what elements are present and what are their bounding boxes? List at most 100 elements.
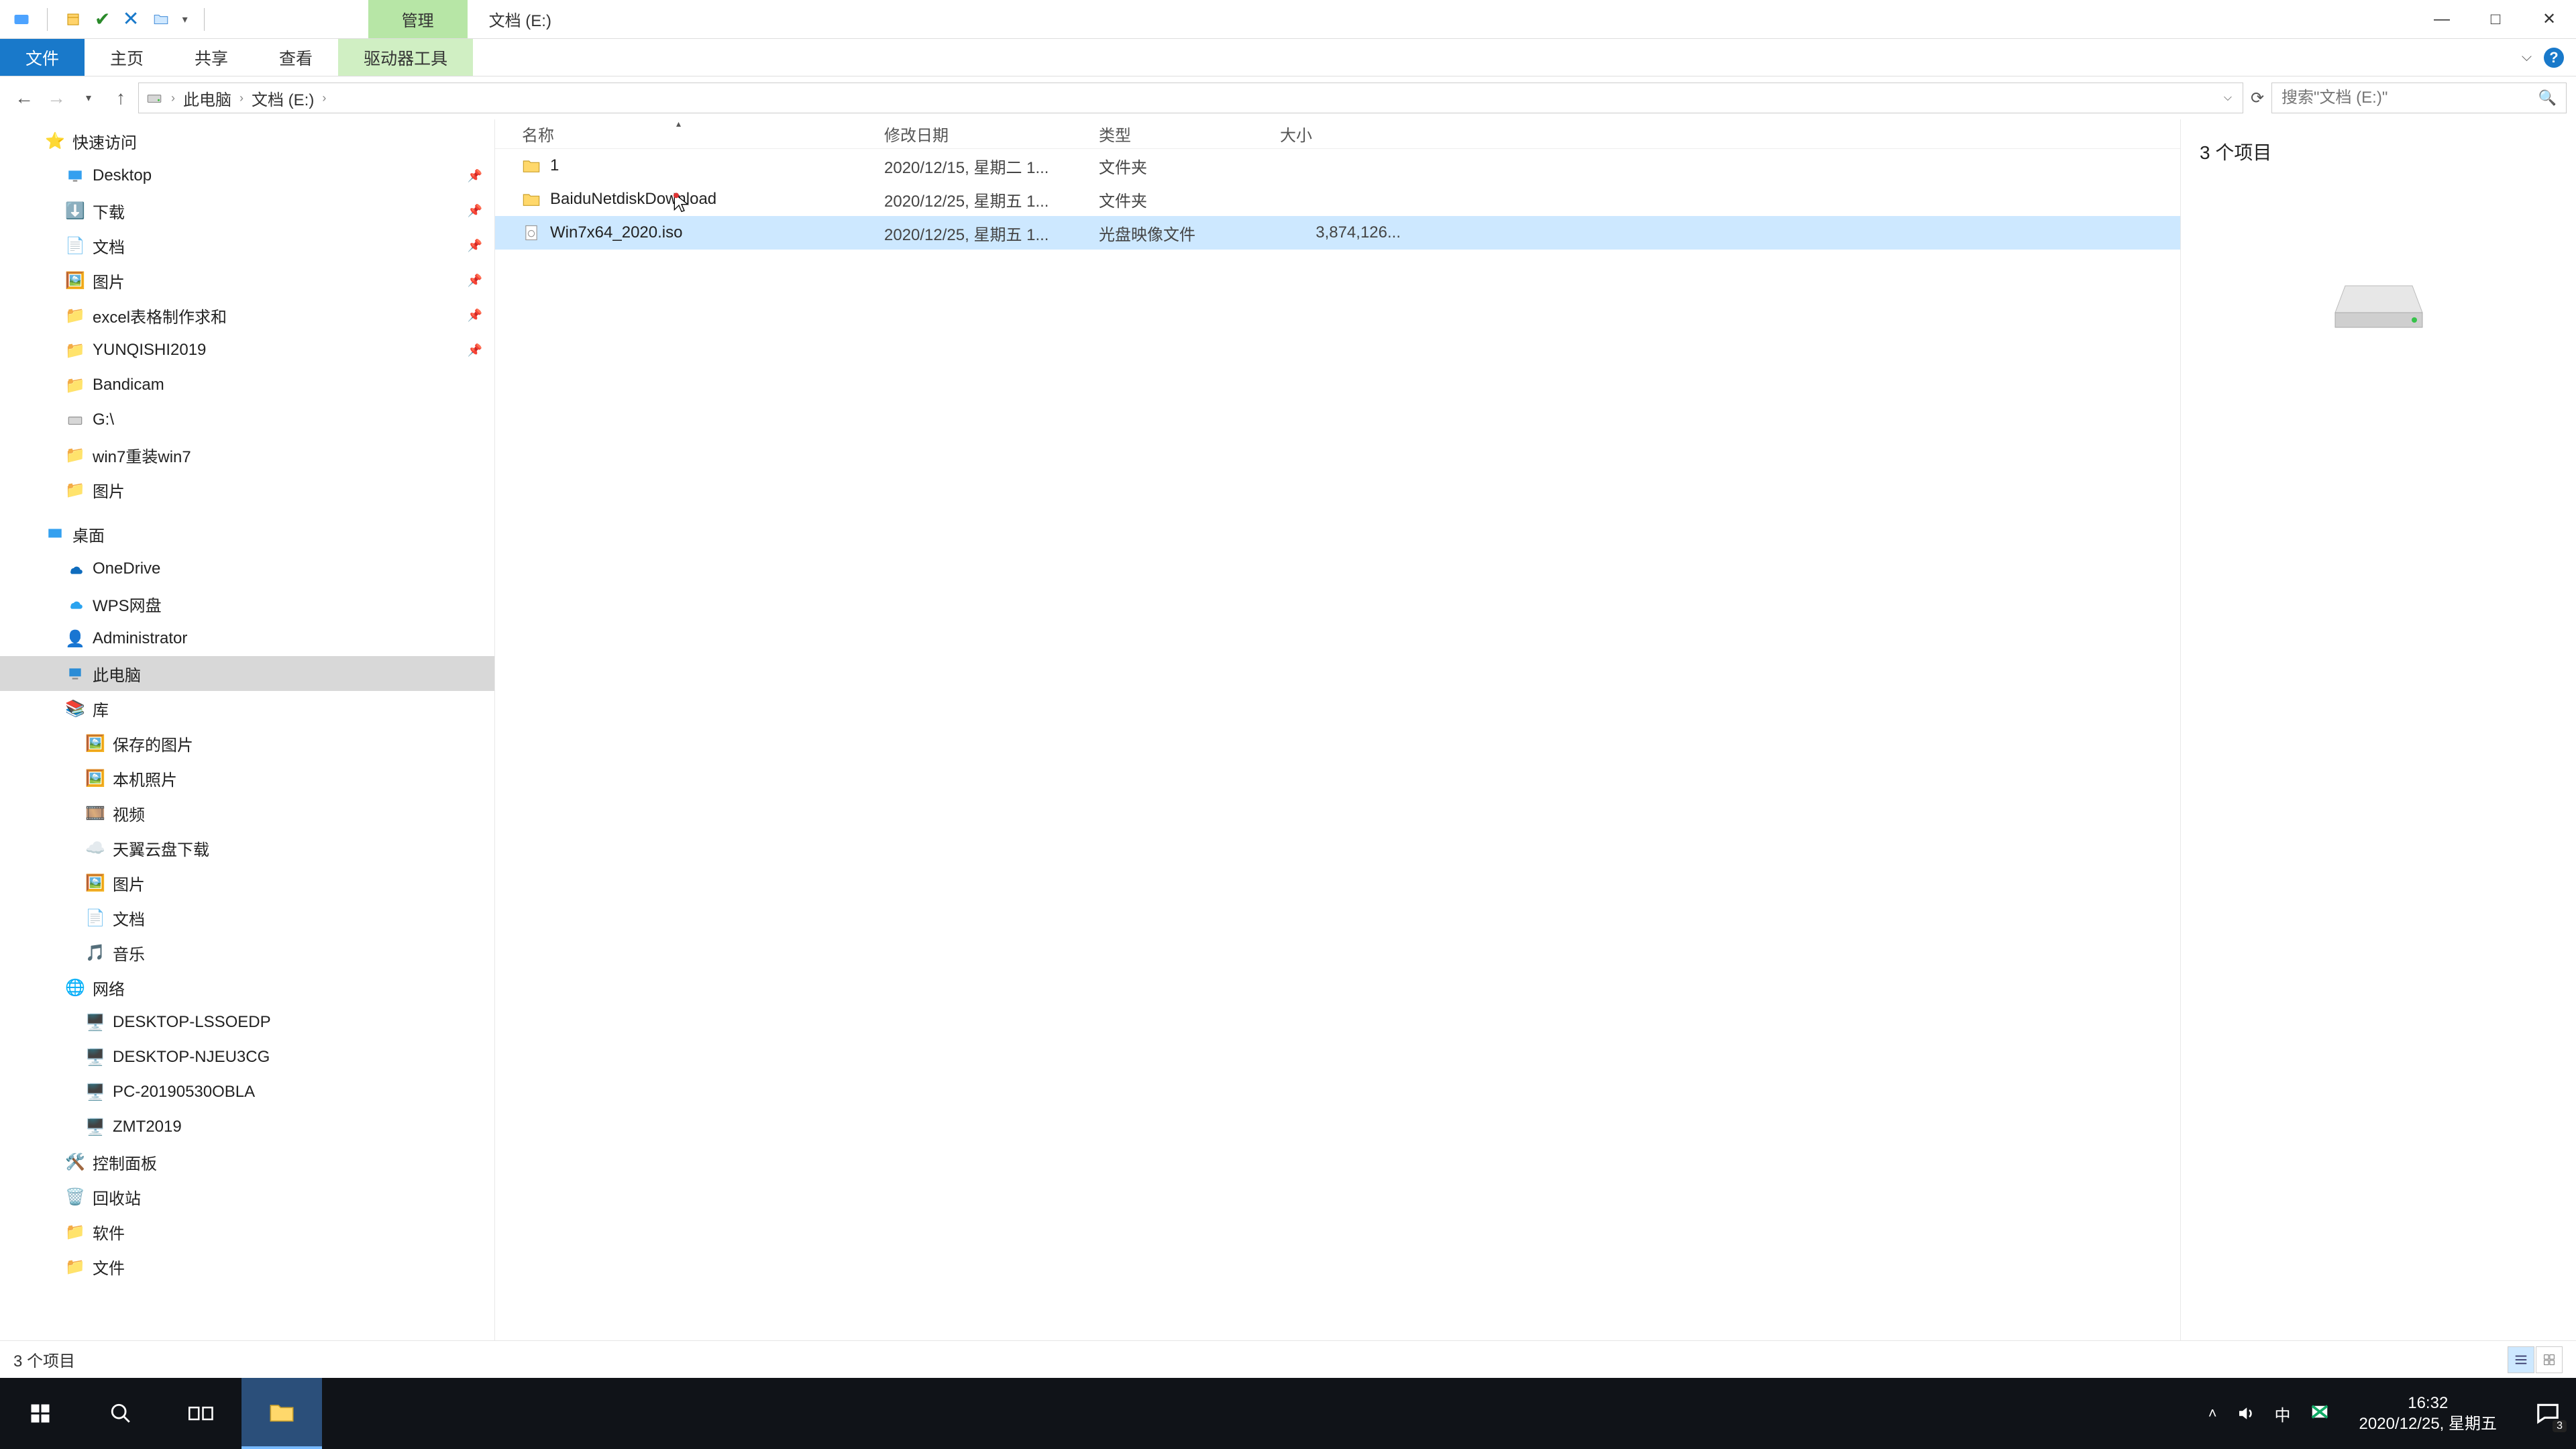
tray-show-hidden-icon[interactable]: ˄ [2208, 1405, 2217, 1422]
desktop-icon [44, 523, 66, 545]
tree-lib-music[interactable]: 🎵音乐 [0, 935, 494, 970]
tree-camera-roll[interactable]: 🖼️本机照片 [0, 761, 494, 796]
close-button[interactable]: ✕ [2522, 0, 2576, 39]
chevron-right-icon[interactable]: › [239, 91, 244, 105]
nav-back-button[interactable]: ← [9, 83, 39, 113]
app-icon[interactable] [12, 10, 31, 29]
navigation-pane[interactable]: ⭐快速访问 Desktop📌 ⬇️下载📌 📄文档📌 🖼️图片📌 📁excel表格… [0, 119, 495, 1378]
contextual-tab-manage[interactable]: 管理 [368, 0, 468, 38]
tab-drive-tools[interactable]: 驱动器工具 [338, 39, 473, 76]
chevron-right-icon[interactable]: › [171, 91, 175, 105]
tree-network[interactable]: 🌐网络 [0, 970, 494, 1005]
tree-wpspan[interactable]: WPS网盘 [0, 586, 494, 621]
tree-videos[interactable]: 🎞️视频 [0, 796, 494, 830]
drive-icon [64, 409, 86, 431]
tree-control-panel[interactable]: 🛠️控制面板 [0, 1144, 494, 1179]
window-title: 文档 (E:) [468, 7, 573, 31]
view-details-button[interactable] [2508, 1346, 2534, 1373]
maximize-button[interactable]: □ [2469, 0, 2522, 39]
qat-check-icon[interactable]: ✔ [95, 8, 110, 30]
recycle-bin-icon: 🗑️ [64, 1186, 86, 1208]
tree-net3[interactable]: 🖥️PC-20190530OBLA [0, 1075, 494, 1110]
column-header-name[interactable]: 名称▴ [495, 122, 884, 146]
tray-volume-icon[interactable] [2236, 1403, 2256, 1424]
qat-newfolder-icon[interactable] [152, 10, 170, 29]
tree-net4[interactable]: 🖥️ZMT2019 [0, 1110, 494, 1144]
file-row[interactable]: 12020/12/15, 星期二 1...文件夹 [495, 149, 2180, 182]
tab-view[interactable]: 查看 [254, 39, 338, 76]
column-header-date[interactable]: 修改日期 [884, 122, 1099, 146]
folder-icon: 📁 [64, 1256, 86, 1277]
qat-close-icon[interactable]: ✕ [122, 7, 139, 31]
tree-net1[interactable]: 🖥️DESKTOP-LSSOEDP [0, 1005, 494, 1040]
refresh-button[interactable]: ⟳ [2246, 87, 2269, 109]
tree-software[interactable]: 📁软件 [0, 1214, 494, 1249]
task-view-button[interactable] [161, 1378, 241, 1449]
search-input[interactable] [2282, 89, 2538, 107]
qat-properties-icon[interactable] [64, 10, 83, 29]
file-row[interactable]: Win7x64_2020.iso2020/12/25, 星期五 1...光盘映像… [495, 216, 2180, 250]
tree-administrator[interactable]: 👤Administrator [0, 621, 494, 656]
action-center-button[interactable]: 3 [2526, 1392, 2569, 1435]
tree-pictures2[interactable]: 📁图片 [0, 472, 494, 507]
tree-files[interactable]: 📁文件 [0, 1249, 494, 1284]
tree-saved-pics[interactable]: 🖼️保存的图片 [0, 726, 494, 761]
breadcrumb-this-pc[interactable]: 此电脑 [183, 87, 231, 110]
start-button[interactable] [0, 1378, 80, 1449]
nav-forward-button[interactable]: → [42, 83, 71, 113]
pictures-icon: 🖼️ [64, 270, 86, 291]
pictures-icon: 🖼️ [85, 872, 106, 894]
taskbar-file-explorer[interactable] [241, 1378, 322, 1449]
chevron-right-icon[interactable]: › [322, 91, 326, 105]
column-header-type[interactable]: 类型 [1099, 122, 1280, 146]
tray-security-icon[interactable] [2310, 1403, 2330, 1424]
nav-up-button[interactable]: ↑ [106, 83, 136, 113]
tree-win7reinstall[interactable]: 📁win7重装win7 [0, 437, 494, 472]
breadcrumb-drive[interactable]: 文档 (E:) [252, 87, 314, 110]
file-row[interactable]: BaiduNetdiskDownload2020/12/25, 星期五 1...… [495, 182, 2180, 216]
file-list-pane: 名称▴ 修改日期 类型 大小 12020/12/15, 星期二 1...文件夹B… [495, 119, 2180, 1378]
pictures-icon: 🖼️ [85, 733, 106, 754]
tree-yunqishi[interactable]: 📁YUNQISHI2019📌 [0, 333, 494, 368]
tree-gdrive[interactable]: G:\ [0, 402, 494, 437]
folder-icon: 📁 [64, 479, 86, 500]
minimize-button[interactable]: — [2415, 0, 2469, 39]
address-dropdown-icon[interactable]: ⌵ [2224, 92, 2232, 104]
nav-recent-dropdown[interactable]: ▾ [74, 83, 103, 113]
file-explorer-window: ✔ ✕ ▾ 管理 文档 (E:) — □ ✕ 文件 主页 共享 查看 驱动器工具… [0, 0, 2576, 1378]
tray-clock[interactable]: 16:32 2020/12/25, 星期五 [2349, 1393, 2508, 1434]
tree-desktop-root[interactable]: 桌面 [0, 517, 494, 551]
tab-file[interactable]: 文件 [0, 39, 85, 76]
tree-lib-documents[interactable]: 📄文档 [0, 900, 494, 935]
tree-tianyi[interactable]: ☁️天翼云盘下载 [0, 830, 494, 865]
tree-this-pc[interactable]: 此电脑 [0, 656, 494, 691]
tree-onedrive[interactable]: OneDrive [0, 551, 494, 586]
qat-dropdown-icon[interactable]: ▾ [182, 13, 188, 26]
view-toggle-group [2508, 1346, 2563, 1373]
tree-desktop[interactable]: Desktop📌 [0, 158, 494, 193]
taskbar-search-button[interactable] [80, 1378, 161, 1449]
search-box[interactable]: 🔍 [2271, 83, 2567, 113]
tree-recycle[interactable]: 🗑️回收站 [0, 1179, 494, 1214]
ribbon-expand-icon[interactable]: ⌵ [2522, 50, 2532, 65]
tree-bandicam[interactable]: 📁Bandicam [0, 368, 494, 402]
file-type: 文件夹 [1099, 154, 1280, 178]
help-icon[interactable]: ? [2544, 48, 2564, 68]
search-icon[interactable]: 🔍 [2538, 89, 2557, 107]
tab-share[interactable]: 共享 [169, 39, 254, 76]
tree-excel-req[interactable]: 📁excel表格制作求和📌 [0, 298, 494, 333]
tree-pictures[interactable]: 🖼️图片📌 [0, 263, 494, 298]
folder-icon [522, 156, 541, 175]
tree-libraries[interactable]: 📚库 [0, 691, 494, 726]
column-header-size[interactable]: 大小 [1280, 122, 1401, 146]
tree-quick-access[interactable]: ⭐快速访问 [0, 123, 494, 158]
file-name: 1 [550, 156, 559, 175]
tree-net2[interactable]: 🖥️DESKTOP-NJEU3CG [0, 1040, 494, 1075]
tree-documents[interactable]: 📄文档📌 [0, 228, 494, 263]
view-large-icons-button[interactable] [2536, 1346, 2563, 1373]
address-bar[interactable]: › 此电脑 › 文档 (E:) › ⌵ [138, 83, 2243, 113]
tree-lib-pictures[interactable]: 🖼️图片 [0, 865, 494, 900]
tree-downloads[interactable]: ⬇️下载📌 [0, 193, 494, 228]
tray-ime-indicator[interactable]: 中 [2275, 1402, 2291, 1426]
tab-home[interactable]: 主页 [85, 39, 169, 76]
